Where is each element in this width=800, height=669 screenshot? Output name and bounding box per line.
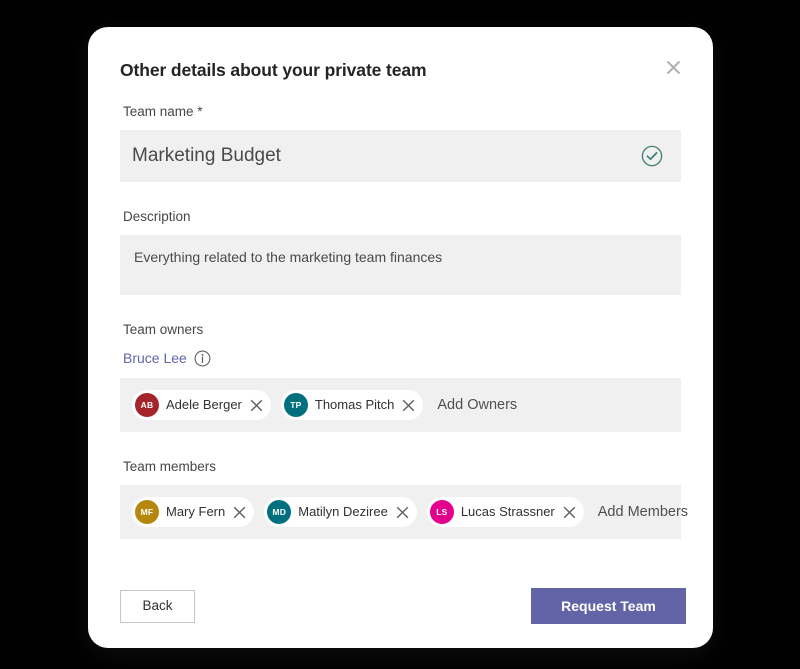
page-title: Other details about your private team bbox=[120, 60, 427, 80]
close-button[interactable] bbox=[659, 53, 687, 81]
team-name-field-group: Team name * Marketing Budget bbox=[120, 103, 681, 182]
primary-owner-row: Bruce Lee bbox=[123, 348, 681, 368]
dialog-header: Other details about your private team bbox=[88, 27, 713, 103]
avatar: AB bbox=[135, 393, 159, 417]
dialog-body: Team name * Marketing Budget Description… bbox=[88, 103, 713, 539]
team-members-picker[interactable]: MF Mary Fern MD Matilyn Deziree LS Lucas… bbox=[120, 485, 688, 539]
team-owners-picker[interactable]: AB Adele Berger TP Thomas Pitch Add Owne… bbox=[120, 378, 681, 432]
description-input[interactable]: Everything related to the marketing team… bbox=[120, 235, 681, 295]
back-button[interactable]: Back bbox=[120, 589, 195, 623]
close-icon[interactable] bbox=[396, 506, 409, 519]
member-chip-name: Mary Fern bbox=[166, 504, 226, 519]
member-chip-2[interactable]: LS Lucas Strassner bbox=[426, 497, 584, 527]
owner-chip-0[interactable]: AB Adele Berger bbox=[132, 390, 271, 420]
close-icon[interactable] bbox=[402, 399, 415, 412]
team-owners-group: Team owners Bruce Lee AB Adele Berger TP… bbox=[120, 321, 681, 432]
member-chip-1[interactable]: MD Matilyn Deziree bbox=[264, 497, 417, 527]
team-name-value: Marketing Budget bbox=[132, 145, 281, 166]
close-icon[interactable] bbox=[250, 399, 263, 412]
dialog-footer: Back Request Team bbox=[88, 564, 713, 648]
close-icon bbox=[666, 60, 680, 74]
description-field-group: Description Everything related to the ma… bbox=[120, 208, 681, 295]
screen-background: Other details about your private team Te… bbox=[0, 0, 800, 669]
circle-check-icon bbox=[641, 145, 663, 167]
avatar: LS bbox=[429, 500, 454, 524]
team-details-dialog: Other details about your private team Te… bbox=[88, 27, 713, 648]
team-members-label: Team members bbox=[123, 459, 217, 474]
team-members-group: Team members MF Mary Fern MD Matilyn Dez… bbox=[120, 458, 688, 539]
avatar: MD bbox=[267, 500, 292, 524]
primary-owner-link[interactable]: Bruce Lee bbox=[123, 349, 187, 367]
description-value: Everything related to the marketing team… bbox=[134, 249, 443, 265]
close-icon[interactable] bbox=[233, 506, 246, 519]
member-chip-name: Lucas Strassner bbox=[460, 504, 555, 519]
team-name-input[interactable]: Marketing Budget bbox=[120, 130, 681, 182]
owner-chip-name: Thomas Pitch bbox=[314, 397, 395, 412]
add-owners-input[interactable]: Add Owners bbox=[437, 397, 517, 413]
add-members-input[interactable]: Add Members bbox=[598, 504, 688, 520]
owner-chip-name: Adele Berger bbox=[166, 397, 242, 412]
team-owners-label: Team owners bbox=[123, 322, 204, 337]
close-icon[interactable] bbox=[563, 506, 576, 519]
description-label: Description bbox=[123, 209, 191, 224]
avatar: MF bbox=[135, 500, 159, 524]
request-team-button[interactable]: Request Team bbox=[531, 588, 686, 624]
avatar: TP bbox=[283, 393, 308, 417]
member-chip-name: Matilyn Deziree bbox=[298, 504, 388, 519]
member-chip-0[interactable]: MF Mary Fern bbox=[132, 497, 255, 527]
owner-chip-1[interactable]: TP Thomas Pitch bbox=[280, 390, 424, 420]
info-circle-icon[interactable] bbox=[194, 350, 211, 367]
team-name-label: Team name * bbox=[123, 104, 203, 119]
